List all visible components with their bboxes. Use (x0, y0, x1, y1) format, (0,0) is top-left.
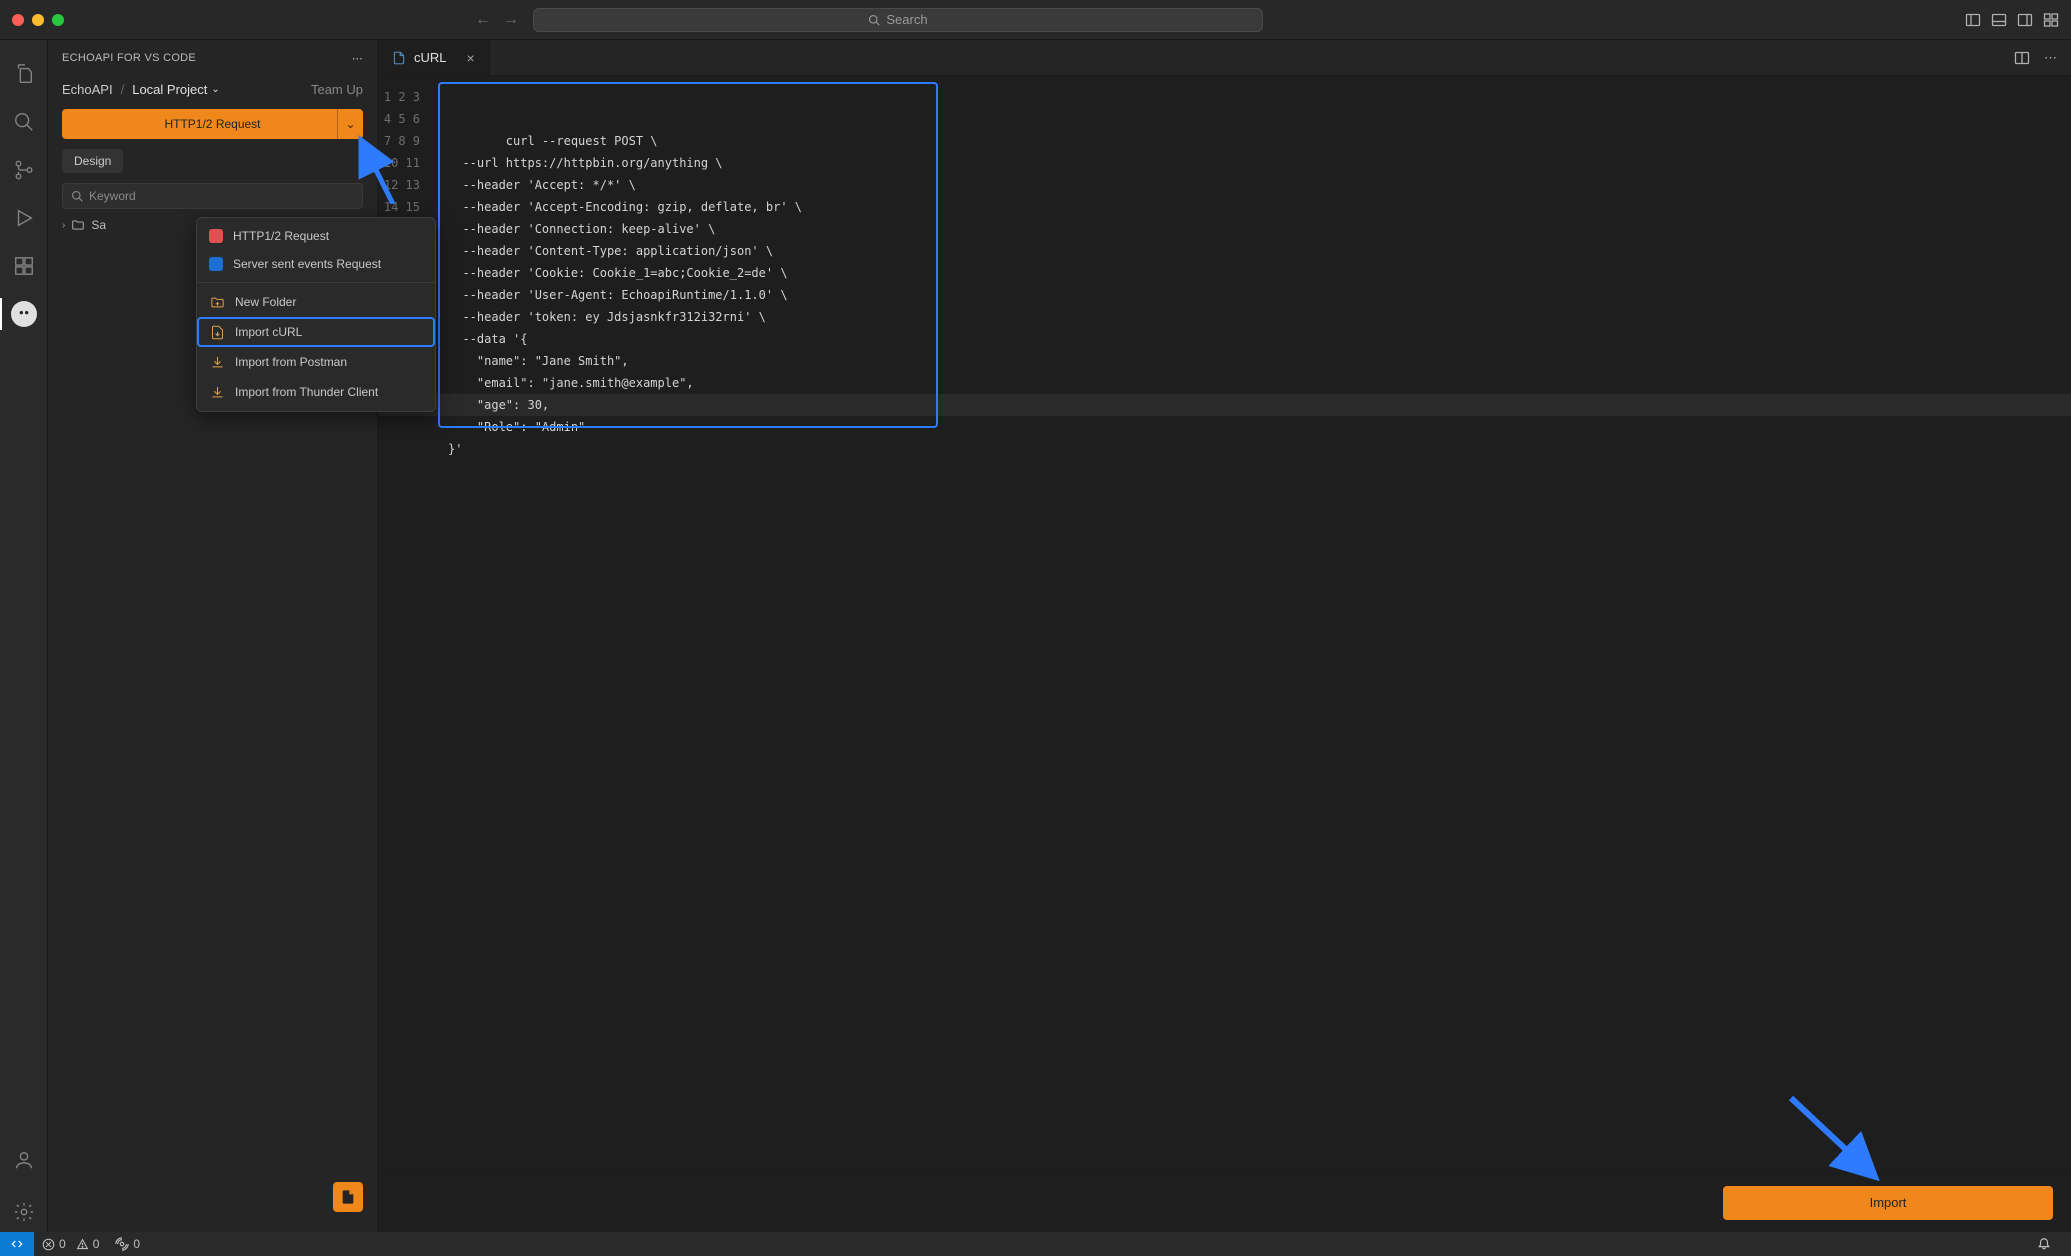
close-window[interactable] (12, 14, 24, 26)
code-editor[interactable]: 1 2 3 4 5 6 7 8 9 10 11 12 13 14 15 curl… (378, 76, 2071, 1172)
dropdown-label: Import from Postman (235, 355, 347, 369)
tree-item-label: Sa (91, 218, 106, 232)
import-curl-icon (209, 324, 225, 340)
close-tab-icon[interactable]: × (467, 50, 475, 66)
sidebar-tabs: Design (48, 149, 377, 173)
remote-indicator[interactable] (0, 1232, 34, 1256)
new-request-label: HTTP1/2 Request (164, 117, 260, 131)
breadcrumb-project[interactable]: Local Project ⌄ (132, 82, 220, 97)
search-activity-icon[interactable] (0, 98, 48, 146)
breadcrumb-project-label: Local Project (132, 82, 207, 97)
dropdown-label: HTTP1/2 Request (233, 229, 329, 243)
dropdown-item-import-postman[interactable]: Import from Postman (197, 347, 435, 377)
status-notifications[interactable] (2029, 1237, 2059, 1251)
window-controls (12, 14, 64, 26)
folder-icon (71, 218, 85, 232)
sidebar-title: ECHOAPI FOR VS CODE (62, 52, 196, 64)
new-request-dropdown-toggle[interactable]: ⌄ (337, 109, 363, 139)
activity-bar (0, 40, 48, 1232)
dropdown-item-import-curl[interactable]: Import cURL (197, 317, 435, 347)
sidebar-more-icon[interactable]: ⋯ (352, 52, 363, 65)
editor-tab-curl[interactable]: cURL × (378, 40, 490, 75)
search-icon (868, 14, 880, 26)
echoapi-activity-icon[interactable] (0, 290, 48, 338)
sidebar: ECHOAPI FOR VS CODE ⋯ EchoAPI / Local Pr… (48, 40, 378, 1232)
nav-back-icon[interactable]: ← (475, 11, 491, 29)
dropdown-label: Import from Thunder Client (235, 385, 378, 399)
dropdown-item-import-thunder[interactable]: Import from Thunder Client (197, 377, 435, 407)
source-control-icon[interactable] (0, 146, 48, 194)
chevron-down-icon: ⌄ (211, 84, 219, 95)
minimize-window[interactable] (32, 14, 44, 26)
dropdown-label: Import cURL (235, 325, 302, 339)
titlebar-layout-controls (1965, 12, 2059, 28)
status-ports[interactable]: 0 (107, 1237, 148, 1251)
folder-plus-icon (209, 294, 225, 310)
accounts-icon[interactable] (0, 1136, 48, 1184)
toggle-primary-sidebar-icon[interactable] (1965, 12, 1981, 28)
dropdown-label: New Folder (235, 295, 296, 309)
tab-design[interactable]: Design (62, 149, 123, 173)
dropdown-item-sse[interactable]: Server sent events Request (197, 250, 435, 278)
maximize-window[interactable] (52, 14, 64, 26)
split-editor-icon[interactable] (2014, 50, 2030, 66)
settings-gear-icon[interactable] (0, 1192, 48, 1232)
toggle-secondary-sidebar-icon[interactable] (2017, 12, 2033, 28)
teamup-link[interactable]: Team Up (311, 82, 363, 97)
command-center-search[interactable]: Search (533, 8, 1263, 32)
import-thunder-icon (209, 384, 225, 400)
toggle-panel-icon[interactable] (1991, 12, 2007, 28)
echoapi-logo-icon (11, 301, 37, 327)
statusbar: 0 0 0 (0, 1232, 2071, 1256)
main-area: ECHOAPI FOR VS CODE ⋯ EchoAPI / Local Pr… (0, 40, 2071, 1232)
explorer-icon[interactable] (0, 50, 48, 98)
editor-tabs: cURL × ⋯ (378, 40, 2071, 76)
breadcrumb: EchoAPI / Local Project ⌄ Team Up (48, 76, 377, 109)
code-content[interactable]: curl --request POST \ --url https://http… (436, 76, 2071, 1172)
dropdown-item-http[interactable]: HTTP1/2 Request (197, 222, 435, 250)
import-button[interactable]: Import (1723, 1186, 2053, 1220)
search-icon (71, 190, 83, 202)
new-request-button[interactable]: HTTP1/2 Request ⌄ (62, 109, 363, 139)
error-count: 0 (59, 1237, 66, 1251)
breadcrumb-separator: / (121, 82, 125, 97)
file-icon (392, 51, 406, 65)
search-placeholder: Search (886, 12, 927, 27)
status-problems[interactable]: 0 0 (34, 1237, 107, 1251)
warning-count: 0 (93, 1237, 100, 1251)
editor-more-icon[interactable]: ⋯ (2044, 50, 2057, 66)
port-count: 0 (133, 1237, 140, 1251)
import-postman-icon (209, 354, 225, 370)
sidebar-header: ECHOAPI FOR VS CODE ⋯ (48, 40, 377, 76)
run-debug-icon[interactable] (0, 194, 48, 242)
sidebar-search[interactable]: Keyword (62, 183, 363, 209)
dropdown-label: Server sent events Request (233, 257, 381, 271)
bottom-action-bar: Import (378, 1172, 2071, 1232)
titlebar: ← → Search (0, 0, 2071, 40)
customize-layout-icon[interactable] (2043, 12, 2059, 28)
floating-file-icon[interactable] (333, 1182, 363, 1212)
dropdown-separator (197, 282, 435, 283)
dropdown-item-new-folder[interactable]: New Folder (197, 287, 435, 317)
editor-area: cURL × ⋯ 1 2 3 4 5 6 7 8 9 10 11 12 13 1… (378, 40, 2071, 1232)
editor-tab-label: cURL (414, 50, 447, 65)
sse-icon (209, 257, 223, 271)
nav-forward-icon[interactable]: → (503, 11, 519, 29)
http-icon (209, 229, 223, 243)
chevron-right-icon: › (62, 220, 65, 231)
breadcrumb-root[interactable]: EchoAPI (62, 82, 113, 97)
sidebar-search-placeholder: Keyword (89, 189, 136, 203)
nav-arrows: ← → (475, 11, 519, 29)
extensions-icon[interactable] (0, 242, 48, 290)
editor-actions: ⋯ (2014, 50, 2071, 66)
new-request-dropdown: HTTP1/2 Request Server sent events Reque… (196, 217, 436, 412)
